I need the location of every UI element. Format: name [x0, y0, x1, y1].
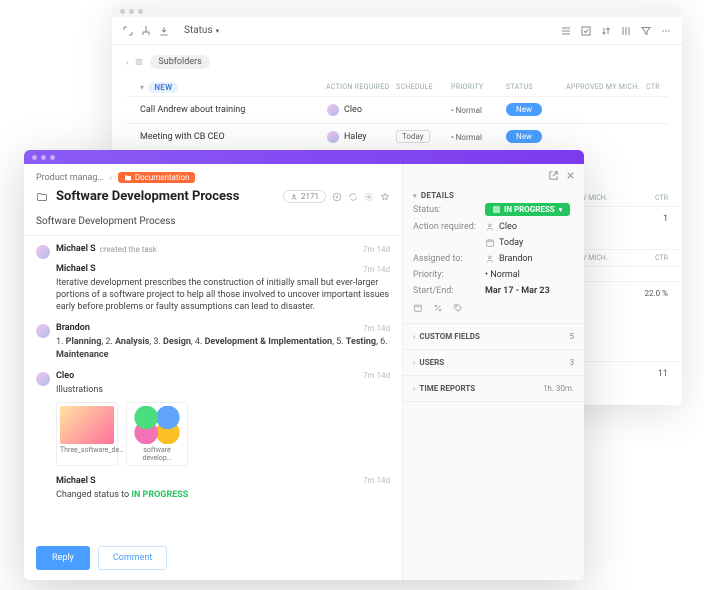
tree-icon[interactable]: [140, 25, 152, 37]
page-title: Software Development Process: [56, 189, 275, 204]
activity-stream: Michael Screated the task7m 14d Michael …: [24, 236, 402, 540]
avatar: [36, 245, 50, 259]
stack-icon: [134, 57, 144, 67]
description: Software Development Process: [24, 212, 402, 236]
custom-fields-section[interactable]: ›CUSTOM FIELDS5: [403, 324, 584, 350]
avatar: [326, 130, 340, 144]
activity-item: Cleo7m 14d Illustrations Three_software_…: [36, 371, 390, 466]
activity-item: Michael Screated the task7m 14d: [36, 244, 390, 254]
filter-icon[interactable]: [640, 25, 652, 37]
star-icon[interactable]: [380, 192, 390, 202]
window-titlebar: [24, 150, 584, 164]
close-icon[interactable]: [565, 170, 576, 181]
activity-item: Michael S7m 14d Iterative development pr…: [36, 264, 390, 313]
breadcrumb-tag[interactable]: Documentation: [118, 172, 196, 183]
columns-icon[interactable]: [620, 25, 632, 37]
calendar-icon[interactable]: [413, 303, 423, 313]
avatar: [326, 103, 340, 117]
details-header[interactable]: ▾DETAILS: [413, 191, 574, 200]
user-icon: [485, 254, 495, 264]
reply-row: Reply Comment: [24, 540, 402, 580]
user-icon: [485, 222, 495, 232]
task-table: ▾NEW ACTION REQUIRED SCHEDULE PRIORITY S…: [126, 79, 668, 150]
sort-icon[interactable]: [600, 25, 612, 37]
table-row[interactable]: Call Andrew about training Cleo • Normal…: [126, 96, 668, 123]
comment-button[interactable]: Comment: [98, 546, 167, 570]
attachment-row: Three_software_de… software develop…: [56, 402, 390, 466]
subfolders-row[interactable]: › Subfolders: [126, 55, 668, 69]
activity-item: Brandon7m 14d 1. Planning, 2. Analysis, …: [36, 323, 390, 360]
plus-icon[interactable]: [332, 192, 342, 202]
percent-icon[interactable]: [433, 303, 443, 313]
breadcrumb-item[interactable]: Product manag…: [36, 173, 103, 183]
attachment-thumb[interactable]: Three_software_de…: [56, 402, 118, 466]
reply-button[interactable]: Reply: [36, 546, 90, 570]
download-icon[interactable]: [158, 25, 170, 37]
folder-icon: [36, 191, 48, 203]
status-dropdown[interactable]: Status▾: [184, 25, 219, 36]
folder-icon: [124, 174, 132, 182]
breadcrumb: Product manag… › Documentation: [24, 164, 402, 187]
gear-icon[interactable]: [364, 192, 374, 202]
details-panel: ▾DETAILS Status:IN PROGRESS Action requi…: [402, 164, 584, 580]
status-badge: New: [506, 130, 542, 143]
check-icon[interactable]: [580, 25, 592, 37]
time-reports-section[interactable]: ›TIME REPORTS1h. 30m.: [403, 376, 584, 402]
table-row[interactable]: Meeting with CB CEO Haley Today • Normal…: [126, 123, 668, 150]
subfolders-pill: Subfolders: [150, 55, 209, 69]
calendar-icon: [485, 238, 495, 248]
activity-body: 1. Planning, 2. Analysis, 3. Design, 4. …: [56, 336, 390, 360]
users-section[interactable]: ›USERS3: [403, 350, 584, 376]
table-header: ▾NEW ACTION REQUIRED SCHEDULE PRIORITY S…: [126, 79, 668, 96]
status-badge[interactable]: IN PROGRESS: [485, 203, 570, 216]
avatar: [36, 372, 50, 386]
foreground-window: Product manag… › Documentation Software …: [24, 150, 584, 580]
status-badge: New: [506, 103, 542, 116]
window-titlebar: [112, 5, 682, 17]
tag-icon[interactable]: [453, 303, 463, 313]
more-icon[interactable]: [660, 25, 672, 37]
user-icon: [290, 193, 298, 201]
attachment-thumb[interactable]: software develop…: [126, 402, 188, 466]
chevron-right-icon: ›: [126, 58, 128, 67]
list-icon[interactable]: [560, 25, 572, 37]
avatar: [36, 324, 50, 338]
follower-count[interactable]: 2171: [283, 190, 326, 203]
activity-item: Michael S7m 14d Changed status to IN PRO…: [36, 476, 390, 501]
toolbar: Status▾: [112, 17, 682, 45]
popout-icon[interactable]: [548, 170, 559, 181]
expand-icon[interactable]: [122, 25, 134, 37]
title-row: Software Development Process 2171: [24, 187, 402, 212]
refresh-icon[interactable]: [348, 192, 358, 202]
